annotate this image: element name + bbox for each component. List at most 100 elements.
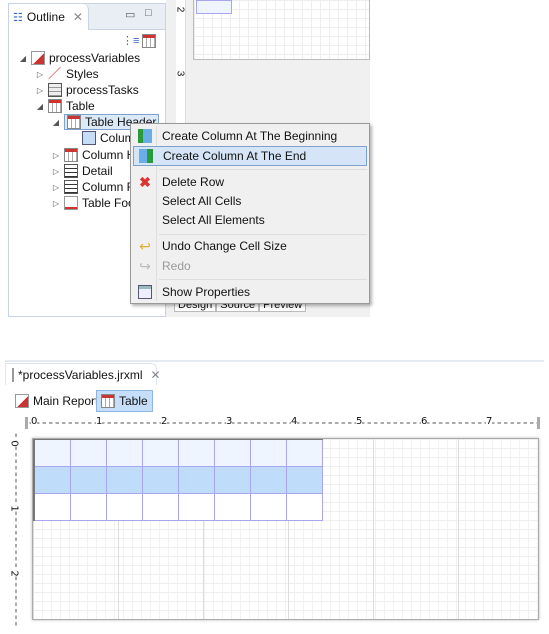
main-report-button[interactable]: Main Report <box>11 390 102 412</box>
table-cell[interactable] <box>287 467 323 494</box>
tree-item-table-footer[interactable]: ▷ Table Foo <box>52 195 135 211</box>
table-cell[interactable] <box>179 440 215 467</box>
outline-tab-label: Outline <box>26 10 65 24</box>
report-file-icon <box>12 367 14 382</box>
expanded-icon[interactable]: ◢ <box>36 102 44 111</box>
close-icon[interactable]: ✕ <box>73 10 83 24</box>
outline-tab[interactable]: ☷ Outline ✕ <box>9 4 89 30</box>
menu-item-create-column-end[interactable]: Create Column At The End <box>133 146 367 166</box>
menu-label: Undo Change Cell Size <box>162 239 287 253</box>
delete-x-icon: ✖ <box>139 173 151 190</box>
collapsed-icon[interactable]: ▷ <box>36 70 44 79</box>
table-cell[interactable] <box>143 467 179 494</box>
tree-item-detail[interactable]: ▷ Detail <box>52 163 113 179</box>
tree-item-column-header[interactable]: ▷ Column H <box>52 147 135 163</box>
menu-item-select-all-elements[interactable]: Select All Elements <box>133 210 367 230</box>
table-cell[interactable] <box>71 467 107 494</box>
undo-icon: ↩ <box>139 237 151 254</box>
horizontal-ruler: 0 1 2 3 4 5 6 7 <box>25 416 540 429</box>
context-menu: Create Column At The Beginning Create Co… <box>130 123 370 304</box>
maximize-icon[interactable]: □ <box>145 7 152 19</box>
tree-label: Column H <box>82 148 136 162</box>
table-cell[interactable] <box>215 467 251 494</box>
collapsed-icon[interactable]: ▷ <box>52 199 60 208</box>
table-cell[interactable] <box>107 494 143 521</box>
table-grid[interactable] <box>33 439 323 521</box>
table-cell[interactable] <box>143 440 179 467</box>
collapsed-icon[interactable]: ▷ <box>52 183 60 192</box>
styles-brush-icon: ／ <box>48 66 62 81</box>
tree-item-styles[interactable]: ▷ ／ Styles <box>36 66 99 82</box>
expanded-icon[interactable]: ◢ <box>19 54 27 63</box>
redo-icon: ↪ <box>139 257 151 274</box>
table-cell[interactable] <box>107 440 143 467</box>
menu-item-redo: ↪ Redo <box>133 256 367 276</box>
table-cell[interactable] <box>251 467 287 494</box>
table-cell[interactable] <box>215 494 251 521</box>
tree-label: Table Foo <box>82 196 135 210</box>
collapsed-icon[interactable]: ▷ <box>52 167 60 176</box>
menu-item-select-all-cells[interactable]: Select All Cells <box>133 191 367 211</box>
tree-item-processvariables[interactable]: ◢ processVariables <box>19 50 140 66</box>
table-settings-icon[interactable] <box>142 34 156 48</box>
table-cell[interactable] <box>107 467 143 494</box>
table-cell[interactable] <box>71 440 107 467</box>
menu-item-delete-row[interactable]: ✖ Delete Row <box>133 172 367 192</box>
menu-label: Delete Row <box>162 175 225 189</box>
table-button[interactable]: Table <box>96 390 153 412</box>
button-label: Main Report <box>33 394 99 408</box>
close-icon[interactable]: ✕ <box>150 368 160 382</box>
file-tab[interactable]: *processVariables.jrxml ✕ <box>5 363 161 385</box>
tree-item-processtasks[interactable]: ▷ processTasks <box>36 82 139 98</box>
menu-item-create-column-beginning[interactable]: Create Column At The Beginning <box>133 126 367 146</box>
button-label: Table <box>119 394 148 408</box>
table-cell[interactable] <box>251 494 287 521</box>
minimize-icon[interactable]: ▭ <box>125 8 135 21</box>
ruler-label: 1 <box>96 416 103 427</box>
column-end-icon <box>139 149 153 163</box>
tree-label: processVariables <box>49 51 141 65</box>
tree-label: Column F <box>82 180 135 194</box>
table-cell[interactable] <box>196 0 232 14</box>
report-canvas[interactable] <box>193 0 370 60</box>
tree-item-column-footer[interactable]: ▷ Column F <box>52 179 134 195</box>
table-cell[interactable] <box>251 440 287 467</box>
vertical-ruler: 0 1 2 <box>8 432 22 628</box>
table-cell[interactable] <box>179 494 215 521</box>
ruler-label: 7 <box>486 416 493 427</box>
ruler-label: 1 <box>8 505 20 512</box>
table-cell[interactable] <box>143 494 179 521</box>
tree-item-column[interactable]: Colum <box>82 130 135 146</box>
tree-item-table[interactable]: ◢ Table <box>36 98 95 114</box>
report-canvas[interactable] <box>32 438 539 620</box>
table-cell[interactable] <box>35 467 71 494</box>
ruler-label: 3 <box>226 416 233 427</box>
ruler-label: 2 <box>161 416 168 427</box>
table-icon <box>48 99 62 113</box>
collapsed-icon[interactable]: ▷ <box>36 86 44 95</box>
properties-icon <box>138 285 152 299</box>
table-cell[interactable] <box>287 440 323 467</box>
ruler-label: 0 <box>31 416 38 427</box>
ruler-label: 3 <box>174 70 186 77</box>
table-cell[interactable] <box>35 440 71 467</box>
column-icon <box>82 131 96 145</box>
report-editor: *processVariables.jrxml ✕ Main Report Ta… <box>5 360 544 634</box>
ruler-label: 2 <box>8 570 20 577</box>
collapsed-icon[interactable]: ▷ <box>52 151 60 160</box>
table-cell[interactable] <box>179 467 215 494</box>
table-cell[interactable] <box>71 494 107 521</box>
menu-label: Redo <box>162 259 191 273</box>
table-cell[interactable] <box>35 494 71 521</box>
table-cell[interactable] <box>215 440 251 467</box>
column-footer-icon <box>64 180 78 194</box>
column-begin-icon <box>138 129 152 143</box>
menu-label: Create Column At The End <box>163 149 307 163</box>
menu-item-undo[interactable]: ↩ Undo Change Cell Size <box>133 236 367 256</box>
tree-label: Detail <box>82 164 113 178</box>
column-header-icon <box>64 148 78 162</box>
menu-item-show-properties[interactable]: Show Properties <box>133 282 367 302</box>
tree-layout-icon[interactable]: ⋮≡ <box>122 34 139 47</box>
expanded-icon[interactable]: ◢ <box>52 118 60 127</box>
table-cell[interactable] <box>287 494 323 521</box>
